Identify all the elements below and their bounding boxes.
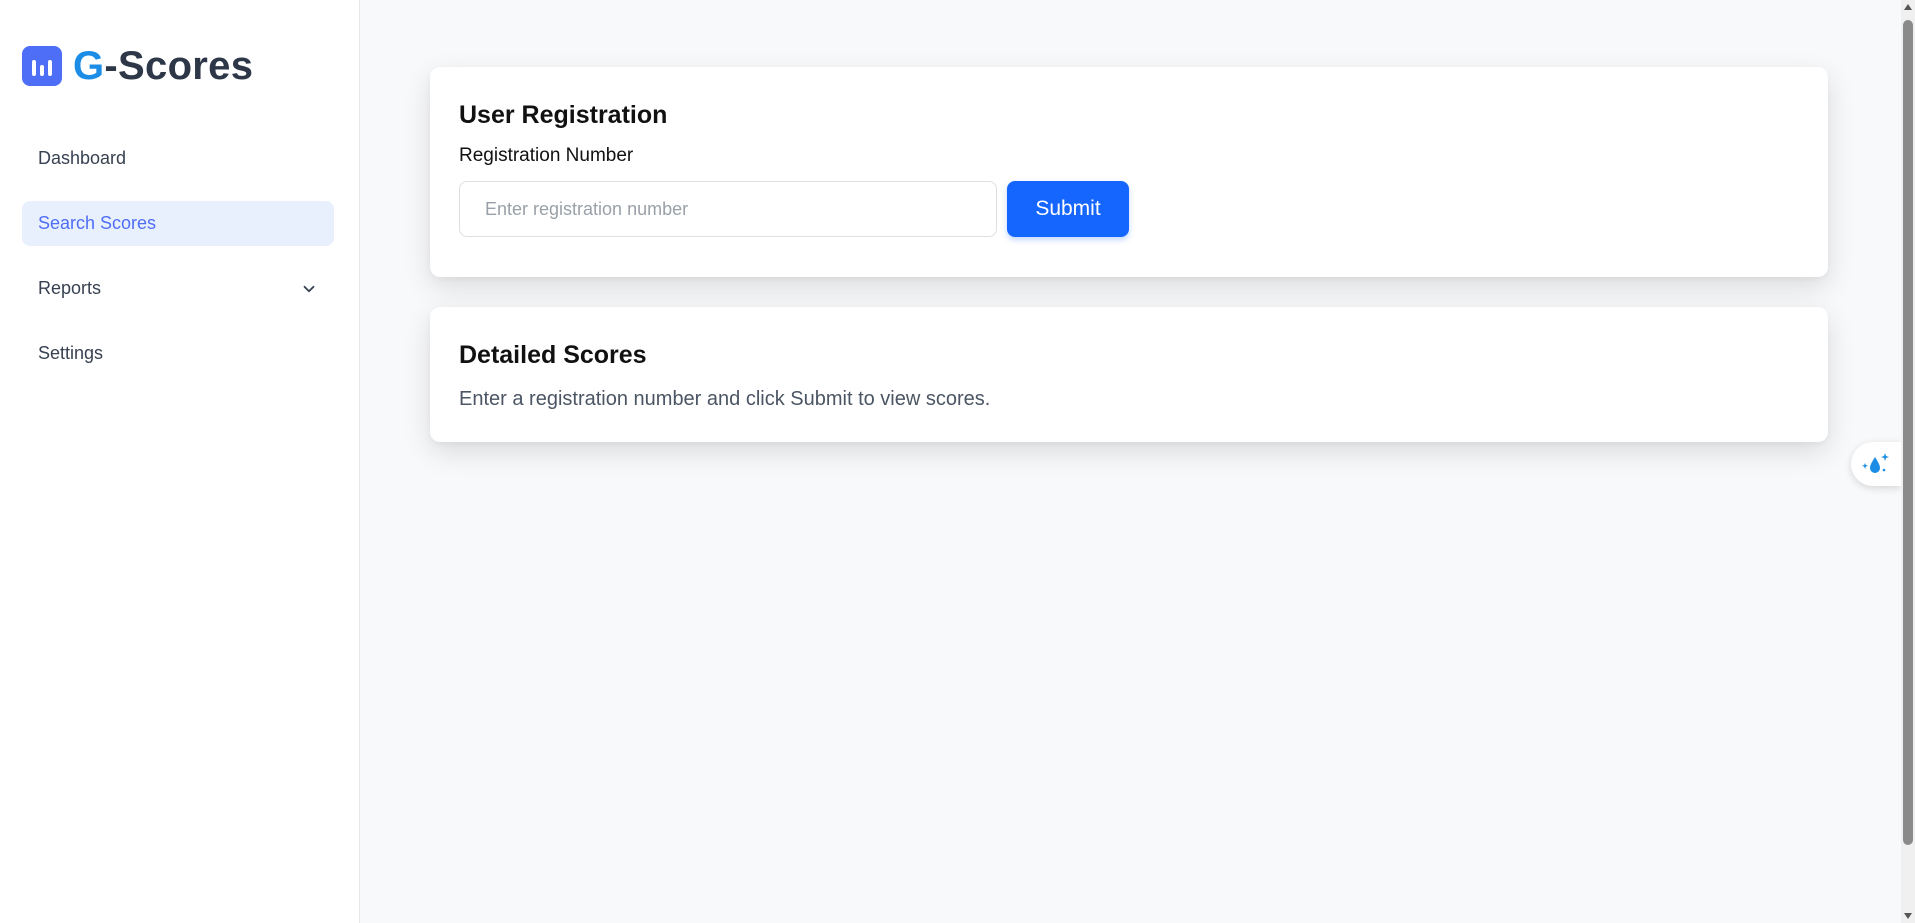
scroll-down-arrow-icon[interactable] <box>1901 909 1915 923</box>
vertical-scrollbar[interactable] <box>1901 0 1915 923</box>
bar-chart-icon <box>22 46 62 86</box>
registration-number-input[interactable] <box>459 181 997 237</box>
scroll-up-arrow-icon[interactable] <box>1901 0 1915 14</box>
brand[interactable]: G-Scores <box>22 44 253 88</box>
chevron-down-icon[interactable] <box>300 280 318 298</box>
sidebar-item-dashboard[interactable]: Dashboard <box>22 136 334 181</box>
scrollbar-thumb[interactable] <box>1903 20 1913 845</box>
sidebar-item-label: Reports <box>38 278 102 298</box>
brand-name: G-Scores <box>73 44 253 88</box>
sparkle-drop-icon <box>1862 453 1889 473</box>
submit-button[interactable]: Submit <box>1007 181 1129 237</box>
registration-number-label: Registration Number <box>459 145 634 166</box>
scores-empty-message: Enter a registration number and click Su… <box>459 388 991 410</box>
sidebar-item-label: Dashboard <box>38 148 127 168</box>
sidebar: G-Scores Dashboard Search Scores Reports… <box>0 0 360 923</box>
brand-name-rest: -Scores <box>104 44 254 88</box>
sidebar-item-search-scores[interactable]: Search Scores <box>22 201 334 246</box>
sidebar-nav: Dashboard Search Scores Reports Settings <box>22 136 334 396</box>
brand-accent-letter: G <box>73 44 105 88</box>
sidebar-item-settings[interactable]: Settings <box>22 331 334 376</box>
card-title: User Registration <box>459 101 668 129</box>
sidebar-item-label: Search Scores <box>38 213 157 233</box>
detailed-scores-card: Detailed Scores Enter a registration num… <box>430 307 1828 442</box>
floating-assistant-button[interactable] <box>1851 442 1901 486</box>
user-registration-card: User Registration Registration Number Su… <box>430 67 1828 277</box>
sidebar-item-label: Settings <box>38 343 104 363</box>
registration-form-row: Submit <box>459 181 1799 237</box>
card-title: Detailed Scores <box>459 341 647 369</box>
sidebar-item-reports[interactable]: Reports <box>22 266 334 311</box>
